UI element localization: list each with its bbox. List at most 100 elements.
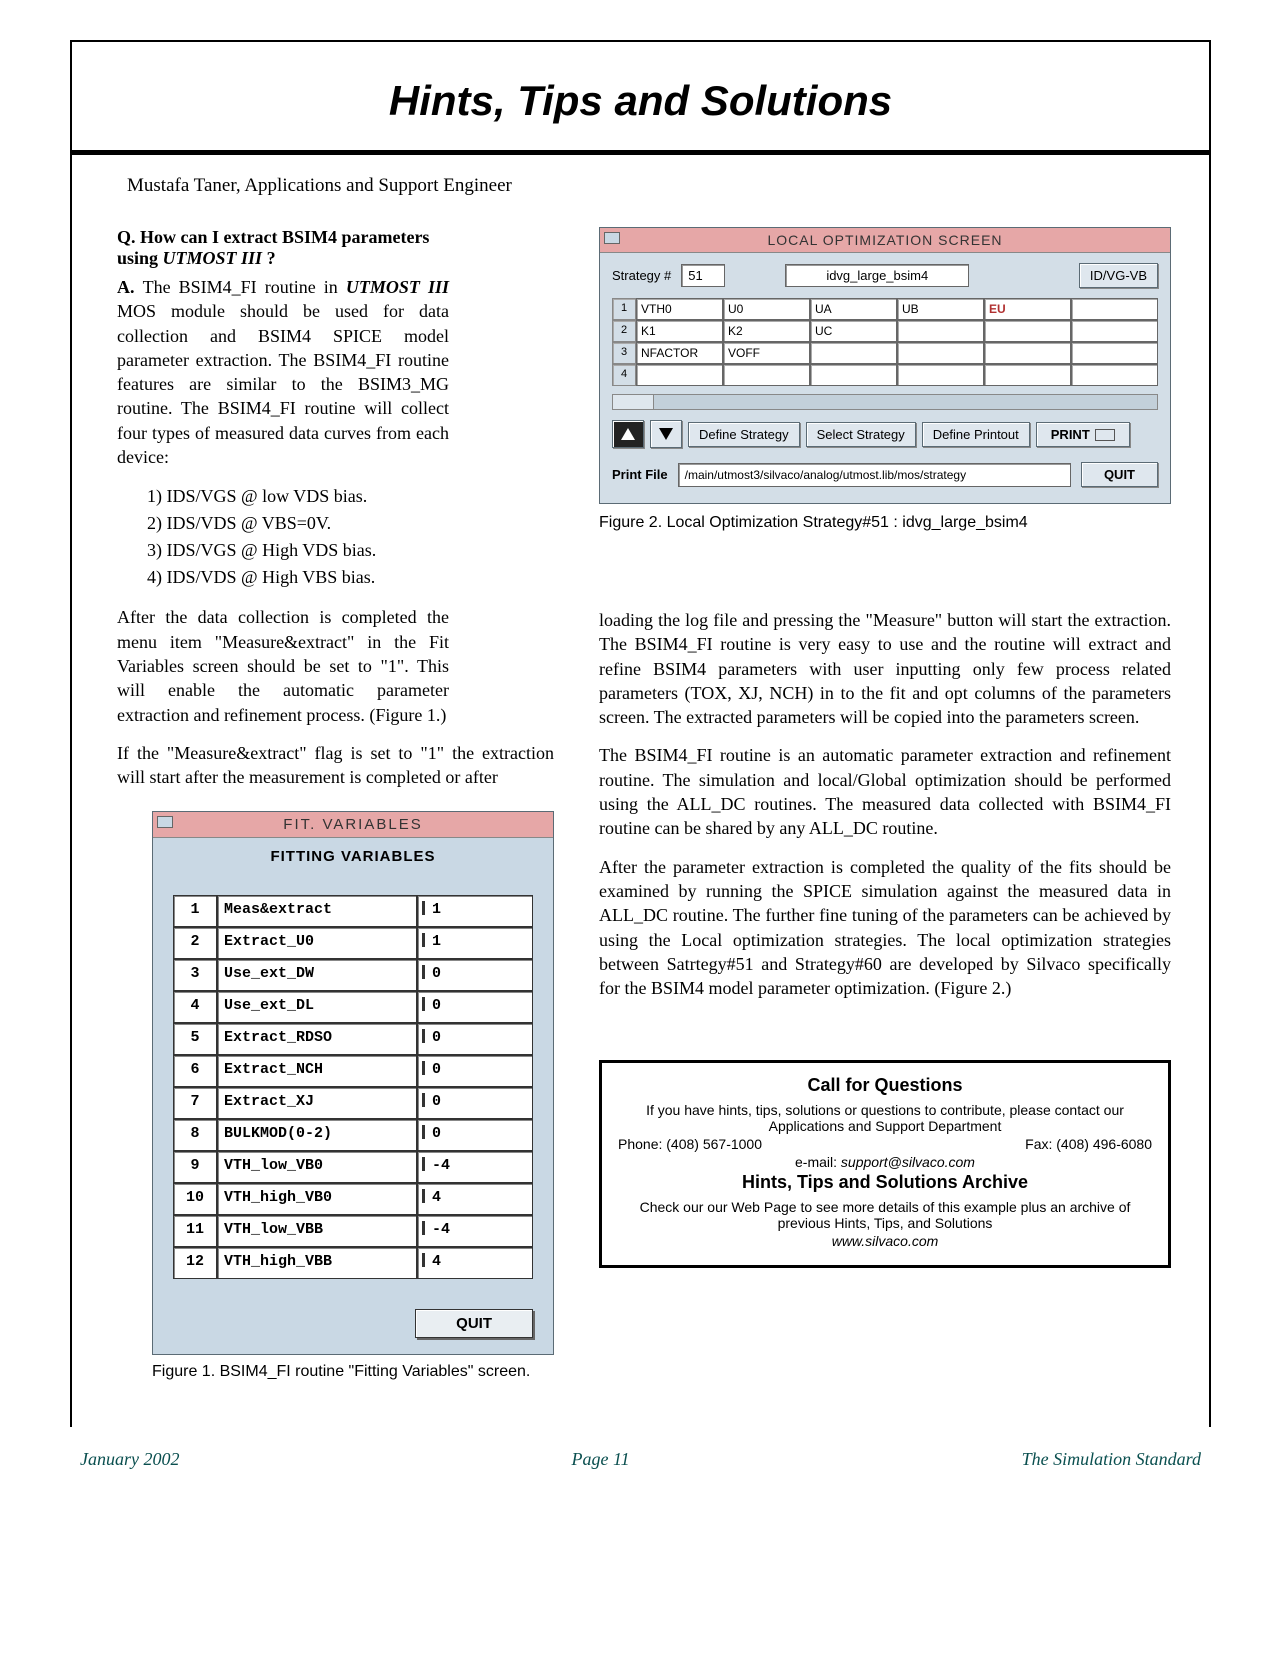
parameter-cell[interactable]: U0 (723, 298, 810, 320)
parameter-cell[interactable] (984, 342, 1071, 364)
list-item: 2) IDS/VDS @ VBS=0V. (147, 510, 479, 537)
table-row: 1Meas&extract1 (173, 895, 533, 927)
call-for-questions-box: Call for Questions If you have hints, ti… (599, 1060, 1171, 1268)
variable-value-input[interactable]: 0 (417, 1023, 533, 1055)
parameter-cell[interactable]: UC (810, 320, 897, 342)
author-line: Mustafa Taner, Applications and Support … (127, 175, 1164, 197)
variable-name: BULKMOD(0-2) (217, 1119, 417, 1151)
right-para-3: After the parameter extraction is comple… (599, 855, 1171, 1001)
table-row: 3Use_ext_DW0 (173, 959, 533, 991)
horizontal-scrollbar[interactable] (612, 394, 1158, 410)
variable-name: VTH_high_VBB (217, 1247, 417, 1279)
variable-value-input[interactable]: -4 (417, 1151, 533, 1183)
variable-value-input[interactable]: -4 (417, 1215, 533, 1247)
variable-name: VTH_low_VB0 (217, 1151, 417, 1183)
right-para-2: The BSIM4_FI routine is an automatic par… (599, 743, 1171, 840)
variable-value-input[interactable]: 4 (417, 1247, 533, 1279)
parameter-cell[interactable] (984, 364, 1071, 386)
window-menu-icon[interactable] (604, 232, 620, 244)
parameter-cell[interactable]: EU (984, 298, 1071, 320)
quit-button[interactable]: QUIT (415, 1309, 533, 1338)
variable-name: Extract_U0 (217, 927, 417, 959)
next-button[interactable] (650, 420, 682, 448)
parameter-cell[interactable]: UA (810, 298, 897, 320)
table-row: 4Use_ext_DL0 (173, 991, 533, 1023)
parameter-cell[interactable] (1071, 298, 1158, 320)
table-row: 8BULKMOD(0-2)0 (173, 1119, 533, 1151)
page-title: Hints, Tips and Solutions (72, 77, 1209, 125)
question: Q. How can I extract BSIM4 parameters us… (117, 227, 449, 269)
footer-page: Page 11 (571, 1449, 629, 1470)
window-title: LOCAL OPTIMIZATION SCREEN (767, 232, 1002, 248)
table-row: 12VTH_high_VBB4 (173, 1247, 533, 1279)
define-strategy-button[interactable]: Define Strategy (688, 422, 800, 447)
variable-value-input[interactable]: 0 (417, 959, 533, 991)
variable-value-input[interactable]: 1 (417, 927, 533, 959)
row-number: 8 (173, 1119, 217, 1151)
variable-value-input[interactable]: 1 (417, 895, 533, 927)
variable-value-input[interactable]: 0 (417, 991, 533, 1023)
variable-value-input[interactable]: 0 (417, 1119, 533, 1151)
measurement-list: 1) IDS/VGS @ low VDS bias. 2) IDS/VDS @ … (147, 483, 479, 591)
parameter-cell[interactable] (1071, 320, 1158, 342)
parameter-cell[interactable] (984, 320, 1071, 342)
print-file-label: Print File (612, 467, 668, 482)
prev-button[interactable] (612, 420, 644, 448)
window-titlebar: FIT. VARIABLES (153, 812, 553, 838)
row-number: 10 (173, 1183, 217, 1215)
row-number: 9 (173, 1151, 217, 1183)
triangle-up-icon (621, 428, 635, 440)
print-file-path-input[interactable]: /main/utmost3/silvaco/analog/utmost.lib/… (678, 463, 1071, 487)
select-strategy-button[interactable]: Select Strategy (806, 422, 916, 447)
table-row: 5Extract_RDSO0 (173, 1023, 533, 1055)
strategy-number-input[interactable]: 51 (681, 264, 725, 287)
parameter-cell[interactable] (897, 364, 984, 386)
print-button[interactable]: PRINT (1036, 422, 1131, 447)
parameter-cell[interactable]: VOFF (723, 342, 810, 364)
callbox-heading-1: Call for Questions (618, 1075, 1152, 1096)
parameter-cell[interactable] (1071, 364, 1158, 386)
table-row: 6Extract_NCH0 (173, 1055, 533, 1087)
window-menu-icon[interactable] (157, 816, 173, 828)
define-printout-button[interactable]: Define Printout (922, 422, 1030, 447)
variable-value-input[interactable]: 0 (417, 1055, 533, 1087)
parameter-cell[interactable] (723, 364, 810, 386)
callbox-text-1: If you have hints, tips, solutions or qu… (618, 1102, 1152, 1134)
printer-icon (1095, 429, 1115, 441)
plot-type-button[interactable]: ID/VG-VB (1079, 263, 1158, 288)
variable-name: Extract_RDSO (217, 1023, 417, 1055)
variable-name: Use_ext_DW (217, 959, 417, 991)
variable-value-input[interactable]: 0 (417, 1087, 533, 1119)
table-row: 10VTH_high_VB04 (173, 1183, 533, 1215)
grid-row-number: 1 (612, 298, 636, 320)
row-number: 2 (173, 927, 217, 959)
parameter-cell[interactable] (636, 364, 723, 386)
row-number: 1 (173, 895, 217, 927)
table-row: 2Extract_U01 (173, 927, 533, 959)
right-para-1: loading the log file and pressing the "M… (599, 608, 1171, 729)
para-after-list: After the data collection is completed t… (117, 605, 449, 726)
variable-name: Use_ext_DL (217, 991, 417, 1023)
parameter-cell[interactable]: VTH0 (636, 298, 723, 320)
callbox-url: www.silvaco.com (618, 1233, 1152, 1249)
parameter-cell[interactable] (897, 320, 984, 342)
parameter-cell[interactable]: K1 (636, 320, 723, 342)
variable-name: Meas&extract (217, 895, 417, 927)
footer-date: January 2002 (80, 1449, 179, 1470)
parameter-cell[interactable] (1071, 342, 1158, 364)
page-footer: January 2002 Page 11 The Simulation Stan… (70, 1449, 1211, 1488)
fit-variables-table: 1Meas&extract12Extract_U013Use_ext_DW04U… (173, 895, 533, 1279)
strategy-name-input[interactable]: idvg_large_bsim4 (785, 264, 969, 287)
window-titlebar: LOCAL OPTIMIZATION SCREEN (600, 228, 1170, 253)
variable-name: Extract_XJ (217, 1087, 417, 1119)
parameter-cell[interactable]: UB (897, 298, 984, 320)
parameter-cell[interactable]: NFACTOR (636, 342, 723, 364)
parameter-cell[interactable] (897, 342, 984, 364)
quit-button[interactable]: QUIT (1081, 462, 1158, 487)
variable-value-input[interactable]: 4 (417, 1183, 533, 1215)
row-number: 12 (173, 1247, 217, 1279)
table-row: 7Extract_XJ0 (173, 1087, 533, 1119)
parameter-cell[interactable] (810, 342, 897, 364)
parameter-cell[interactable] (810, 364, 897, 386)
parameter-cell[interactable]: K2 (723, 320, 810, 342)
